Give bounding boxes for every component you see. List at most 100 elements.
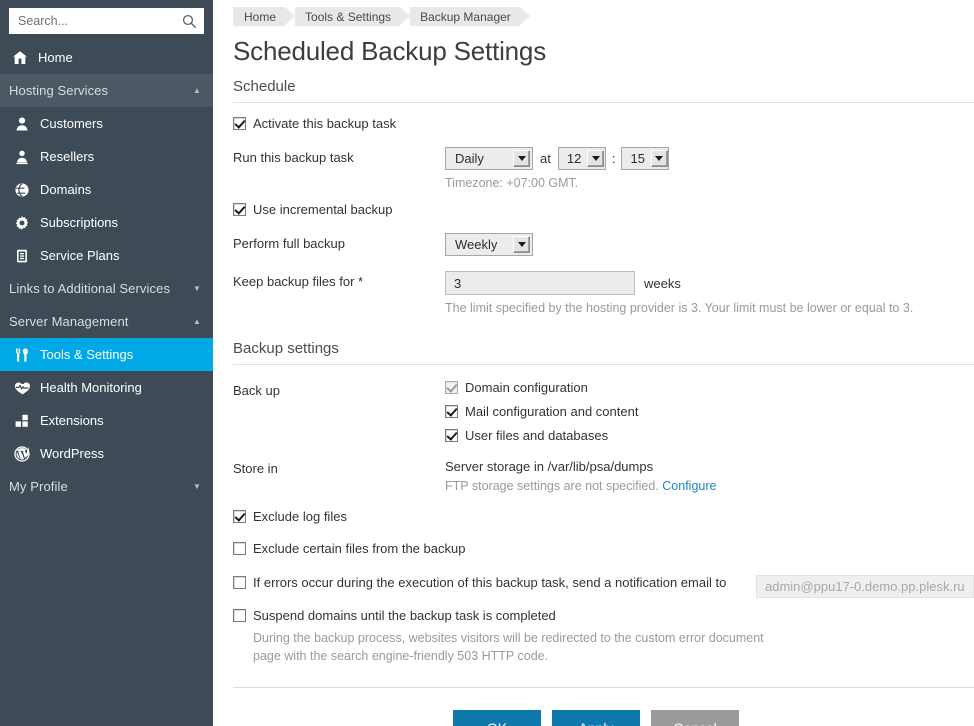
apply-button[interactable]: Apply — [552, 710, 640, 726]
main-content: Home Tools & Settings Backup Manager Sch… — [213, 0, 974, 726]
hour-select-value: 12 — [559, 148, 587, 169]
frequency-select-value: Daily — [446, 148, 513, 169]
sidebar-item-domains[interactable]: Domains — [0, 173, 213, 206]
sidebar-item-extensions[interactable]: Extensions — [0, 404, 213, 437]
breadcrumb-label: Tools & Settings — [305, 10, 391, 24]
full-backup-frequency-value: Weekly — [446, 234, 513, 255]
user-icon — [14, 116, 36, 132]
activate-backup-task-checkbox[interactable] — [233, 117, 246, 130]
activate-backup-task-row[interactable]: Activate this backup task — [233, 116, 974, 132]
store-in-sub: FTP storage settings are not specified. … — [445, 479, 974, 493]
keep-backup-files-input[interactable] — [445, 271, 635, 295]
keep-backup-files-label: Keep backup files for * — [233, 271, 445, 289]
chevron-down-icon[interactable] — [513, 150, 530, 167]
tools-icon — [14, 347, 36, 363]
page-title: Scheduled Backup Settings — [233, 35, 974, 67]
app-root: Home Hosting Services ▲ Customers — [0, 0, 974, 726]
home-icon — [12, 50, 34, 66]
sidebar-item-label: Home — [34, 50, 73, 65]
sidebar-item-label: Customers — [36, 116, 103, 131]
sidebar-item-home[interactable]: Home — [0, 41, 213, 74]
notification-email-input[interactable] — [756, 575, 974, 598]
gear-icon — [14, 215, 36, 231]
use-incremental-backup-row[interactable]: Use incremental backup — [233, 202, 974, 218]
user-files-and-databases-checkbox[interactable] — [445, 429, 458, 442]
sidebar-group-label: Hosting Services — [9, 83, 193, 98]
keep-backup-files-row: Keep backup files for * weeks The limit … — [233, 271, 974, 317]
exclude-log-files-row[interactable]: Exclude log files — [233, 509, 974, 525]
chevron-down-icon[interactable] — [651, 150, 668, 167]
sidebar-item-label: Service Plans — [36, 248, 119, 263]
chevron-down-icon: ▼ — [193, 483, 201, 491]
sidebar-group-links-to-additional-services[interactable]: Links to Additional Services ▼ — [0, 272, 213, 305]
back-up-options-list: Domain configuration Mail configuration … — [445, 380, 974, 444]
sidebar-item-label: Domains — [36, 182, 91, 197]
perform-full-backup-control: Weekly — [445, 233, 974, 256]
search-box[interactable] — [9, 8, 204, 34]
keep-backup-files-unit: weeks — [644, 276, 681, 291]
domain-configuration-label: Domain configuration — [458, 380, 588, 396]
breadcrumb-item-backup-manager[interactable]: Backup Manager — [410, 7, 520, 26]
sidebar-item-label: Extensions — [36, 413, 104, 428]
sidebar-item-customers[interactable]: Customers — [0, 107, 213, 140]
hour-select[interactable]: 12 — [558, 147, 606, 170]
sidebar-item-health-monitoring[interactable]: Health Monitoring — [0, 371, 213, 404]
suspend-domains-checkbox[interactable] — [233, 609, 246, 622]
sidebar-group-label: My Profile — [9, 479, 193, 494]
domain-configuration-checkbox — [445, 381, 458, 394]
cancel-button[interactable]: Cancel — [651, 710, 739, 726]
breadcrumb-label: Backup Manager — [420, 10, 511, 24]
backup-option-user-files-and-databases[interactable]: User files and databases — [445, 428, 974, 444]
sidebar-item-service-plans[interactable]: Service Plans — [0, 239, 213, 272]
sidebar-group-hosting-services[interactable]: Hosting Services ▲ — [0, 74, 213, 107]
at-word-label: at — [540, 151, 551, 166]
sidebar-item-subscriptions[interactable]: Subscriptions — [0, 206, 213, 239]
sidebar-item-label: Health Monitoring — [36, 380, 142, 395]
use-incremental-backup-checkbox[interactable] — [233, 203, 246, 216]
notification-email-label: If errors occur during the execution of … — [246, 575, 726, 591]
activate-backup-task-label: Activate this backup task — [246, 116, 396, 132]
frequency-select[interactable]: Daily — [445, 147, 533, 170]
footer-buttons: OK Apply Cancel — [233, 688, 974, 726]
configure-link[interactable]: Configure — [662, 479, 716, 493]
exclude-log-files-label: Exclude log files — [246, 509, 347, 525]
backup-option-mail-configuration[interactable]: Mail configuration and content — [445, 404, 974, 420]
ftp-storage-note: FTP storage settings are not specified. — [445, 479, 659, 493]
minute-select[interactable]: 15 — [621, 147, 669, 170]
exclude-log-files-checkbox[interactable] — [233, 510, 246, 523]
notification-email-row: If errors occur during the execution of … — [233, 575, 974, 591]
keep-backup-files-control: weeks The limit specified by the hosting… — [445, 271, 974, 317]
sidebar-nav: Home Hosting Services ▲ Customers — [0, 41, 213, 503]
timezone-hint: Timezone: +07:00 GMT. — [445, 174, 974, 192]
store-in-value: Server storage in /var/lib/psa/dumps — [445, 458, 974, 476]
chevron-down-icon[interactable] — [587, 150, 604, 167]
suspend-domains-row[interactable]: Suspend domains until the backup task is… — [233, 608, 974, 624]
perform-full-backup-row: Perform full backup Weekly — [233, 233, 974, 256]
notification-email-checkbox[interactable] — [233, 576, 246, 589]
sidebar-group-my-profile[interactable]: My Profile ▼ — [0, 470, 213, 503]
time-colon-separator: : — [612, 151, 616, 166]
exclude-certain-files-row[interactable]: Exclude certain files from the backup — [233, 541, 974, 557]
perform-full-backup-label: Perform full backup — [233, 233, 445, 251]
sidebar-group-server-management[interactable]: Server Management ▲ — [0, 305, 213, 338]
full-backup-frequency-select[interactable]: Weekly — [445, 233, 533, 256]
sidebar-item-tools-and-settings[interactable]: Tools & Settings — [0, 338, 213, 371]
exclude-certain-files-checkbox[interactable] — [233, 542, 246, 555]
store-in-label: Store in — [233, 458, 445, 476]
resellers-icon — [14, 149, 36, 165]
ok-button[interactable]: OK — [453, 710, 541, 726]
search-input[interactable] — [18, 9, 182, 33]
chevron-down-icon[interactable] — [513, 236, 530, 253]
minute-select-value: 15 — [622, 148, 650, 169]
mail-configuration-checkbox[interactable] — [445, 405, 458, 418]
breadcrumb-item-tools-and-settings[interactable]: Tools & Settings — [295, 7, 400, 26]
breadcrumb-item-home[interactable]: Home — [233, 7, 285, 26]
clipboard-icon — [14, 248, 36, 264]
exclude-certain-files-label: Exclude certain files from the backup — [246, 541, 465, 557]
search-icon[interactable] — [182, 14, 197, 29]
sidebar-item-wordpress[interactable]: WordPress — [0, 437, 213, 470]
back-up-label: Back up — [233, 380, 445, 398]
sidebar-item-resellers[interactable]: Resellers — [0, 140, 213, 173]
user-files-and-databases-label: User files and databases — [458, 428, 608, 444]
store-in-row: Store in Server storage in /var/lib/psa/… — [233, 458, 974, 493]
